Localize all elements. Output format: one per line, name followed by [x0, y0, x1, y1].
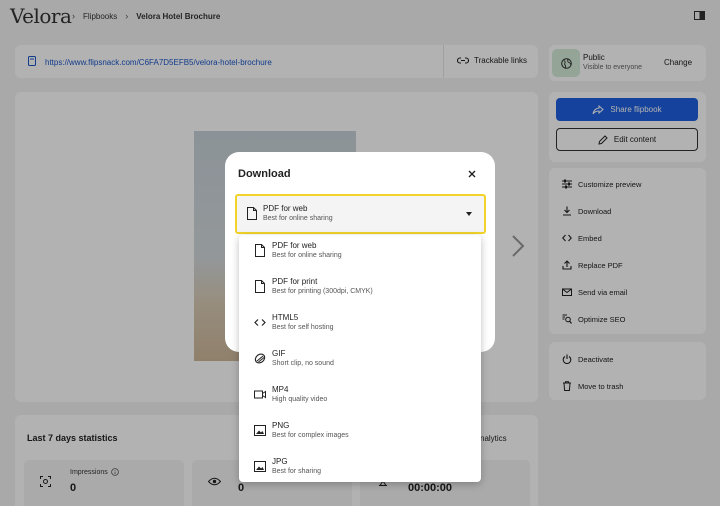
option-desc: Best for sharing — [272, 468, 322, 475]
image-icon — [254, 461, 266, 472]
option-name: PNG — [272, 421, 290, 430]
option-desc: Best for self hosting — [272, 324, 334, 331]
option-name: HTML5 — [272, 313, 299, 322]
code-icon — [254, 319, 266, 326]
option-desc: High quality video — [272, 396, 328, 403]
option-name: PDF for web — [272, 241, 317, 250]
option-gif[interactable]: GIF Short clip, no sound — [239, 343, 481, 379]
option-name: PDF for print — [272, 277, 318, 286]
option-html5[interactable]: HTML5 Best for self hosting — [239, 307, 481, 343]
video-icon — [254, 390, 266, 399]
option-desc: Best for complex images — [272, 432, 349, 439]
chevron-down-icon — [466, 212, 472, 216]
option-png[interactable]: PNG Best for complex images — [239, 415, 481, 451]
gif-icon — [254, 353, 266, 364]
option-jpg[interactable]: JPG Best for sharing — [239, 451, 481, 487]
document-icon — [247, 207, 257, 220]
document-icon — [255, 244, 265, 257]
option-pdf-print[interactable]: PDF for print Best for printing (300dpi,… — [239, 271, 481, 307]
option-pdf-web[interactable]: PDF for web Best for online sharing — [239, 235, 481, 271]
option-desc: Short clip, no sound — [272, 360, 334, 367]
option-name: JPG — [272, 457, 288, 466]
selected-format-desc: Best for online sharing — [263, 215, 333, 222]
option-desc: Best for online sharing — [272, 252, 342, 259]
option-name: GIF — [272, 349, 286, 358]
document-icon — [255, 280, 265, 293]
image-icon — [254, 425, 266, 436]
close-icon[interactable] — [466, 168, 478, 180]
option-mp4[interactable]: MP4 High quality video — [239, 379, 481, 415]
format-dropdown-list: PDF for web Best for online sharing PDF … — [239, 235, 481, 482]
option-desc: Best for printing (300dpi, CMYK) — [272, 288, 373, 295]
selected-format-name: PDF for web — [263, 204, 308, 213]
option-name: MP4 — [272, 385, 289, 394]
download-format-select[interactable]: PDF for web Best for online sharing — [235, 194, 486, 234]
modal-title: Download — [238, 168, 291, 180]
